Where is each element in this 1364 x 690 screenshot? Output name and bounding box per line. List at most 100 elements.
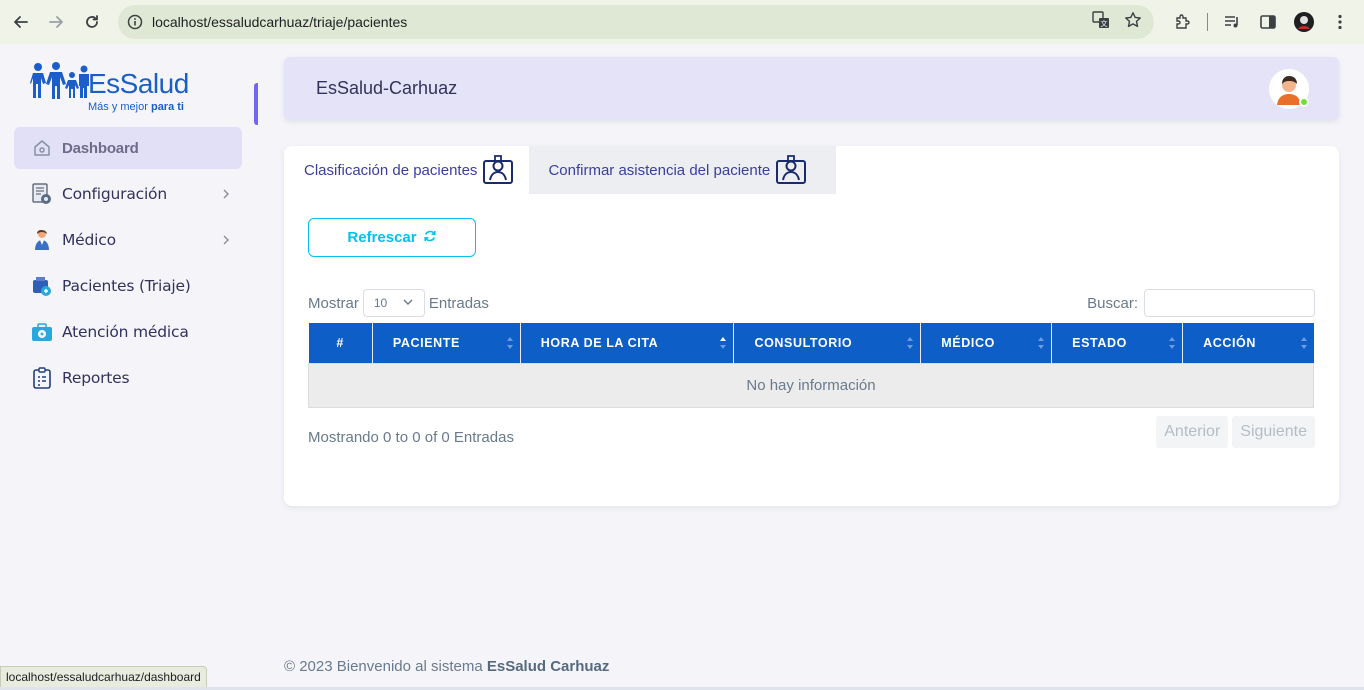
chevron-right-icon xyxy=(222,186,230,202)
chevron-down-icon xyxy=(402,296,414,311)
extensions-icon[interactable] xyxy=(1167,6,1199,38)
sidebar-item-atencion-medica[interactable]: Atención médica xyxy=(14,311,242,353)
family-logo-icon xyxy=(30,62,89,99)
table-search: Buscar: xyxy=(1087,289,1315,317)
tagline-emph: para ti xyxy=(150,101,184,113)
site-info-icon[interactable] xyxy=(118,14,152,30)
sidebar: EsSalud Más y mejor para ti Dashboard Co… xyxy=(0,44,258,690)
toolbar-divider xyxy=(1207,13,1208,31)
table-row: No hay información xyxy=(308,362,1314,408)
column-header-medico[interactable]: MÉDICO xyxy=(920,323,1053,363)
sidebar-item-pacientes-triaje[interactable]: Pacientes (Triaje) xyxy=(14,265,242,307)
tab-label: Confirmar asistencia del paciente xyxy=(548,161,771,179)
url-text[interactable]: localhost/essaludcarhuaz/triaje/paciente… xyxy=(152,14,407,30)
show-label: Mostrar xyxy=(308,294,359,312)
sidebar-item-dashboard[interactable]: Dashboard xyxy=(14,127,242,169)
top-navbar: EsSalud-Carhuaz xyxy=(284,57,1339,120)
refresh-button[interactable]: Refrescar xyxy=(308,218,476,257)
browser-toolbar: localhost/essaludcarhuaz/triaje/paciente… xyxy=(0,0,1364,44)
column-header-number[interactable]: # xyxy=(308,323,373,363)
content-card: Clasificación de pacientes Confirmar asi… xyxy=(284,146,1339,506)
brand-tagline: Más y mejor para ti xyxy=(88,101,184,113)
home-icon xyxy=(30,136,54,160)
footer-emph: EsSalud Carhuaz xyxy=(486,658,610,675)
link-status-tooltip: localhost/essaludcarhuaz/dashboard xyxy=(0,666,207,688)
doctor-icon xyxy=(30,228,54,252)
entries-label: Entradas xyxy=(428,294,489,312)
column-label: ESTADO xyxy=(1072,335,1127,350)
chrome-menu-icon[interactable] xyxy=(1324,6,1356,38)
table-info: Mostrando 0 to 0 of 0 Entradas xyxy=(308,429,514,446)
column-label: ACCIÓN xyxy=(1203,335,1256,350)
tab-confirmar-asistencia[interactable]: Confirmar asistencia del paciente xyxy=(529,146,837,194)
brand-name: EsSalud xyxy=(88,68,189,99)
column-header-hora-cita[interactable]: HORA DE LA CITA xyxy=(520,323,735,363)
refresh-label: Refrescar xyxy=(347,229,417,246)
sidebar-item-label: Dashboard xyxy=(62,139,139,157)
column-header-consultorio[interactable]: CONSULTORIO xyxy=(733,323,922,363)
sort-icon xyxy=(506,337,513,349)
page-size-value: 10 xyxy=(373,296,388,310)
search-input[interactable] xyxy=(1144,289,1315,317)
chevron-right-icon xyxy=(222,232,230,248)
column-header-paciente[interactable]: PACIENTE xyxy=(372,323,521,363)
page-length-control: Mostrar 10 Entradas xyxy=(308,289,489,317)
side-panel-icon[interactable] xyxy=(1252,6,1284,38)
profile-avatar-icon[interactable] xyxy=(1288,6,1320,38)
sidebar-item-label: Atención médica xyxy=(62,323,189,341)
forward-arrow-icon[interactable] xyxy=(38,4,74,40)
user-avatar[interactable] xyxy=(1269,69,1309,109)
sidebar-menu: Dashboard Configuración Médico Pacientes… xyxy=(14,127,242,403)
medical-kit-icon xyxy=(30,320,54,344)
sidebar-item-label: Médico xyxy=(62,231,116,249)
sidebar-item-label: Pacientes (Triaje) xyxy=(62,277,191,295)
pagination: Anterior Siguiente xyxy=(1156,416,1315,448)
tab-bar: Clasificación de pacientes Confirmar asi… xyxy=(284,146,837,194)
patients-icon xyxy=(30,274,54,298)
column-label: MÉDICO xyxy=(941,335,995,350)
page-footer: © 2023 Bienvenido al sistema EsSalud Car… xyxy=(284,658,609,675)
essalud-logo[interactable]: EsSalud Más y mejor para ti xyxy=(30,60,210,116)
sidebar-item-reportes[interactable]: Reportes xyxy=(14,357,242,399)
patient-monitor-icon xyxy=(481,153,515,187)
settings-doc-icon xyxy=(30,182,54,206)
table-header-row: # PACIENTE HORA DE LA CITA CONSULTORIO M… xyxy=(308,323,1314,363)
patient-monitor-icon xyxy=(774,153,808,187)
media-queue-icon[interactable] xyxy=(1216,6,1248,38)
column-label: # xyxy=(336,335,344,350)
bookmark-star-icon[interactable] xyxy=(1124,11,1142,34)
tagline-prefix: Más y mejor xyxy=(88,101,151,113)
column-header-estado[interactable]: ESTADO xyxy=(1051,323,1184,363)
sort-icon xyxy=(907,337,914,349)
column-label: PACIENTE xyxy=(392,335,460,350)
sidebar-item-label: Reportes xyxy=(62,369,130,387)
tab-label: Clasificación de pacientes xyxy=(304,161,478,179)
search-label: Buscar: xyxy=(1087,294,1138,312)
footer-prefix: © 2023 Bienvenido al sistema xyxy=(284,658,487,675)
refresh-icon xyxy=(423,229,437,247)
tab-clasificacion-pacientes[interactable]: Clasificación de pacientes xyxy=(284,146,529,194)
empty-table-message: No hay información xyxy=(308,362,1314,408)
sidebar-item-configuracion[interactable]: Configuración xyxy=(14,173,242,215)
page-title: EsSalud-Carhuaz xyxy=(316,78,458,98)
previous-page-button[interactable]: Anterior xyxy=(1156,416,1229,448)
column-label: CONSULTORIO xyxy=(754,335,853,350)
reload-icon[interactable] xyxy=(74,4,110,40)
column-label: HORA DE LA CITA xyxy=(540,335,659,350)
back-arrow-icon[interactable] xyxy=(3,4,39,40)
sidebar-item-label: Configuración xyxy=(62,185,167,203)
column-header-accion[interactable]: ACCIÓN xyxy=(1182,323,1314,363)
svg-text:文: 文 xyxy=(1101,19,1108,28)
clipboard-icon xyxy=(30,366,54,390)
address-bar[interactable]: localhost/essaludcarhuaz/triaje/paciente… xyxy=(118,5,1154,39)
online-status-dot xyxy=(1299,97,1309,107)
sort-icon xyxy=(1300,337,1307,349)
translate-icon[interactable]: 文 xyxy=(1092,10,1110,34)
sort-icon xyxy=(1169,337,1176,349)
patients-table: # PACIENTE HORA DE LA CITA CONSULTORIO M… xyxy=(308,323,1314,408)
page-size-select[interactable]: 10 xyxy=(362,289,425,317)
next-page-button[interactable]: Siguiente xyxy=(1232,416,1315,448)
sort-icon xyxy=(1038,337,1045,349)
sidebar-item-medico[interactable]: Médico xyxy=(14,219,242,261)
sort-asc-icon xyxy=(720,337,727,349)
